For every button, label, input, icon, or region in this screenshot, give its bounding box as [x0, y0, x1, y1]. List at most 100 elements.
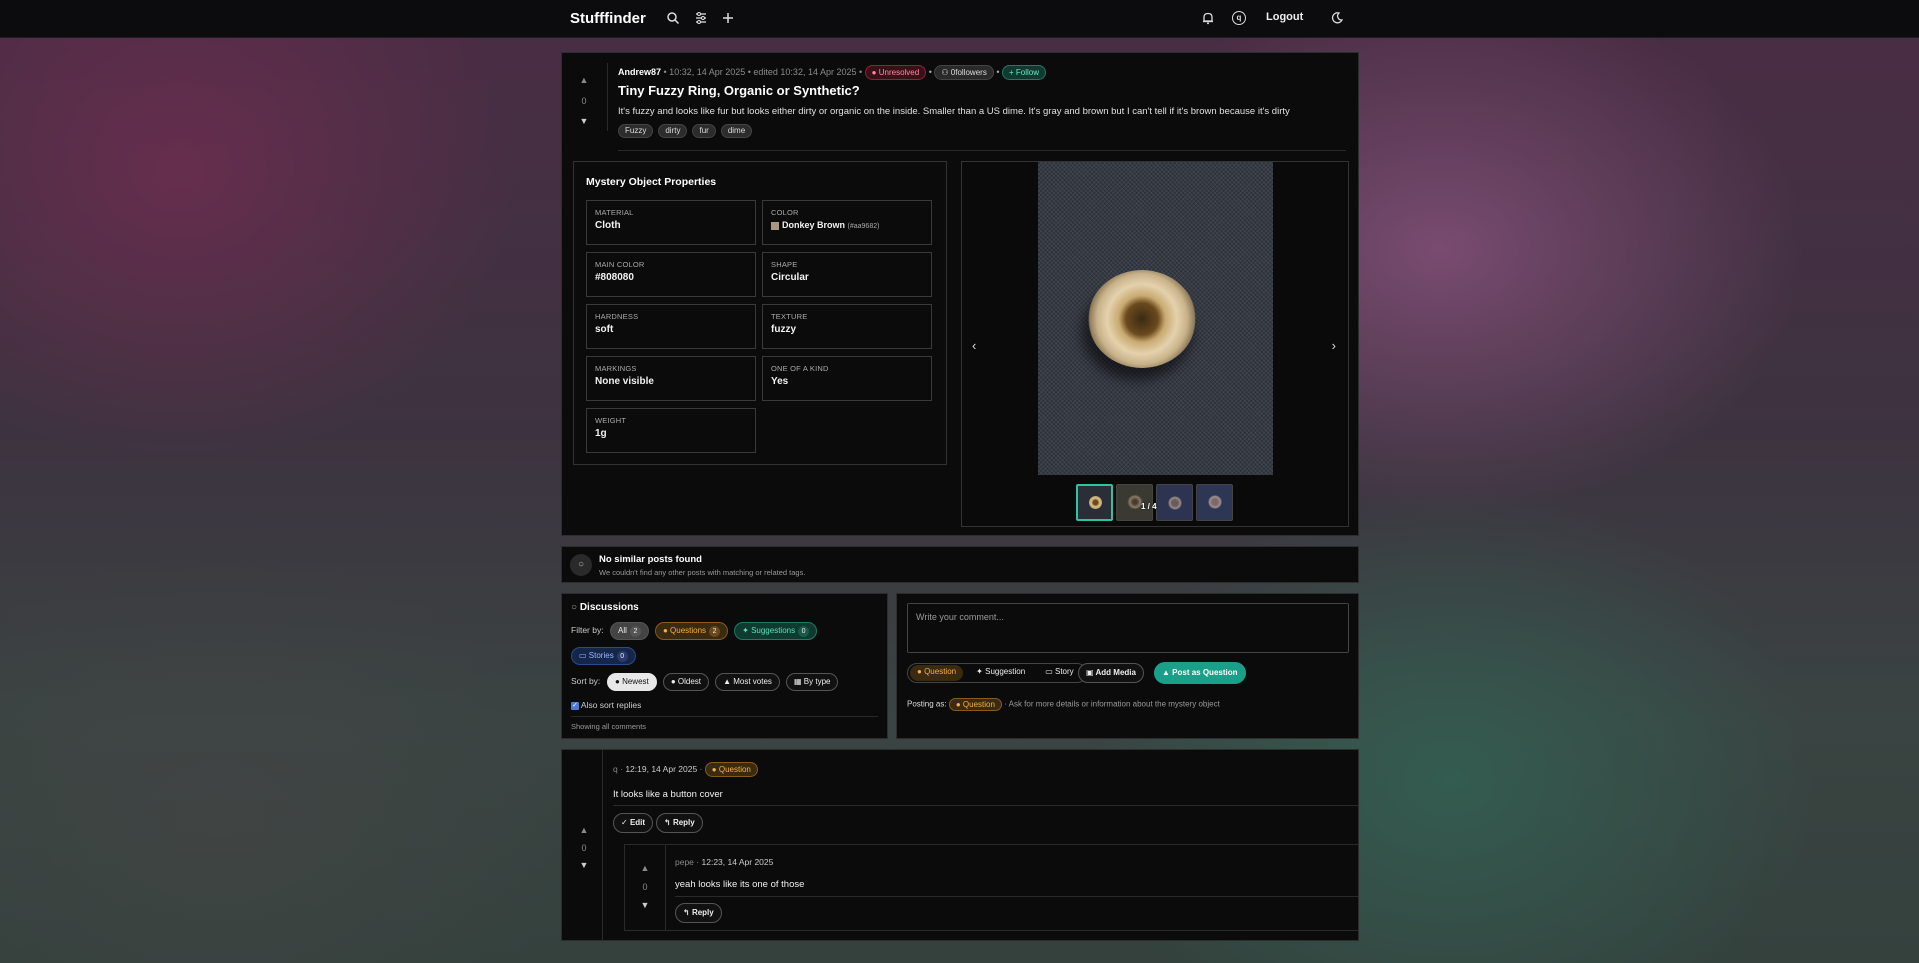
sort-by-type[interactable]: ▦ By type [786, 673, 839, 691]
sort-newest[interactable]: ● Newest [607, 673, 657, 691]
also-sort-replies[interactable]: ✓ Also sort replies [571, 700, 641, 710]
gallery-prev-button[interactable]: ‹ [972, 338, 976, 353]
filter-suggestions[interactable]: ✦ Suggestions 0 [734, 622, 818, 640]
comment-textarea[interactable]: Write your comment... [907, 603, 1349, 653]
comment-meta: q · 12:19, 14 Apr 2025 · ● Question [613, 762, 758, 777]
filter-sliders-icon[interactable] [694, 11, 708, 25]
reply-reply-button[interactable]: ↰ Reply [675, 903, 722, 923]
thumbs-up-icon: ▲ [723, 677, 732, 686]
property-shape: SHAPE Circular [762, 252, 932, 297]
comment-downvote-button[interactable]: ▼ [577, 860, 591, 870]
gallery-thumbnail[interactable] [1076, 484, 1113, 521]
reply-upvote-button[interactable]: ▲ [638, 863, 652, 873]
sort-most-votes[interactable]: ▲ Most votes [715, 673, 780, 691]
clock-icon: ● [670, 677, 676, 686]
main-photo[interactable] [1038, 162, 1273, 475]
type-suggestion[interactable]: ✦ Suggestion [969, 665, 1032, 681]
comment-divider [613, 805, 1358, 806]
properties-title: Mystery Object Properties [586, 176, 717, 188]
property-one-of-a-kind: ONE OF A KIND Yes [762, 356, 932, 401]
post-meta: Andrew87 • 10:32, 14 Apr 2025 • edited 1… [618, 65, 1348, 81]
type-story[interactable]: ▭ Story [1038, 665, 1080, 681]
color-hex: (#aa9682) [847, 223, 880, 230]
post-author[interactable]: Andrew87 [618, 67, 661, 77]
discussions-divider [571, 716, 878, 717]
tag-chip[interactable]: dime [720, 124, 753, 138]
comments-panel: ▲ 0 ▼ q · 12:19, 14 Apr 2025 · ● Questio… [561, 749, 1359, 941]
brand-logo[interactable]: Stufffinder [570, 10, 646, 27]
post-timestamp: • 10:32, 14 Apr 2025 • edited 10:32, 14 … [663, 66, 863, 77]
add-media-button[interactable]: ▣ Add Media [1078, 663, 1144, 683]
similar-title: No similar posts found [599, 554, 702, 565]
comment-vote-count: 0 [581, 843, 587, 853]
reply-button[interactable]: ↰ Reply [656, 813, 703, 833]
user-plus-icon: + [1009, 68, 1014, 77]
filter-questions[interactable]: ● Questions 2 [654, 622, 729, 640]
search-icon[interactable] [666, 11, 680, 25]
plus-icon[interactable] [721, 11, 735, 25]
tag-chip[interactable]: dirty [658, 124, 688, 138]
reply-vote-count: 0 [642, 882, 648, 892]
reply-left-line [665, 845, 666, 930]
logout-link[interactable]: Logout [1266, 11, 1303, 23]
post-vote-count: 0 [581, 96, 587, 106]
edit-button[interactable]: ✓ Edit [613, 813, 654, 833]
top-navbar: Stufffinder q Logout [0, 0, 1919, 38]
user-avatar[interactable]: q [1232, 11, 1246, 25]
comment-upvote-button[interactable]: ▲ [577, 825, 591, 835]
downvote-button[interactable]: ▼ [577, 116, 591, 126]
comment-type-group: ● Question ✦ Suggestion ▭ Story [907, 663, 1087, 683]
lightbulb-icon: ✦ [742, 626, 749, 635]
checkbox[interactable]: ✓ [571, 701, 579, 710]
sort-group: ● Newest ● Oldest ▲ Most votes ▦ By type [607, 673, 841, 691]
gallery-thumbnail[interactable] [1196, 484, 1233, 521]
gallery-thumbnail[interactable] [1156, 484, 1193, 521]
gallery-next-button[interactable]: › [1332, 338, 1336, 353]
properties-panel: Mystery Object Properties MATERIAL Cloth … [573, 161, 947, 465]
filter-all[interactable]: All 2 [610, 622, 649, 640]
filter-row-2: ▭ Stories 0 [571, 647, 639, 665]
tag-chip[interactable]: Fuzzy [618, 124, 654, 138]
reply-icon: ↰ [683, 908, 690, 917]
filter-stories[interactable]: ▭ Stories 0 [571, 647, 636, 665]
reply-author[interactable]: pepe [675, 857, 694, 867]
comment-time: 12:19, 14 Apr 2025 [625, 763, 698, 774]
fuzzy-ring-object [1088, 270, 1196, 368]
sort-oldest[interactable]: ● Oldest [662, 673, 710, 691]
clock-icon: ● [615, 677, 620, 686]
post-card: ▲ 0 ▼ Andrew87 • 10:32, 14 Apr 2025 • ed… [561, 52, 1359, 536]
comment-type-badge: ● Question [704, 762, 758, 777]
bell-icon[interactable] [1201, 11, 1215, 25]
reply-divider [675, 896, 1359, 897]
filter-group: All 2 ● Questions 2 ✦ Suggestions 0 [610, 622, 820, 640]
post-as-question-button[interactable]: ▲ Post as Question [1154, 662, 1246, 684]
chat-bubble-icon: ○ [571, 602, 578, 613]
type-question[interactable]: ● Question [910, 665, 964, 681]
send-icon: ▲ [1162, 668, 1170, 677]
comment-author[interactable]: q [613, 764, 618, 774]
moon-icon[interactable] [1330, 11, 1344, 25]
book-icon: ▭ [579, 651, 587, 660]
alert-icon: ● [871, 68, 877, 77]
property-hardness: HARDNESS soft [586, 304, 756, 349]
property-texture: TEXTURE fuzzy [762, 304, 932, 349]
filter-label: Filter by: [571, 625, 604, 635]
pencil-icon: ✓ [621, 818, 628, 827]
status-badge[interactable]: ● Unresolved [864, 65, 927, 80]
property-main-color: MAIN COLOR #808080 [586, 252, 756, 297]
post-body: It's fuzzy and looks like fur but looks … [618, 106, 1290, 117]
similar-posts-panel: ○ No similar posts found We couldn't fin… [561, 546, 1359, 583]
property-markings: MARKINGS None visible [586, 356, 756, 401]
book-icon: ▭ [1045, 667, 1053, 676]
reply-meta: pepe · 12:23, 14 Apr 2025 [675, 857, 774, 867]
sort-label: Sort by: [571, 676, 601, 686]
reply-downvote-button[interactable]: ▼ [638, 900, 652, 910]
meta-separator: • [996, 66, 1000, 77]
color-swatch [771, 221, 779, 230]
upvote-button[interactable]: ▲ [577, 75, 591, 85]
post-title: Tiny Fuzzy Ring, Organic or Synthetic? [618, 83, 860, 98]
question-icon: ● [955, 700, 961, 709]
follow-button[interactable]: + Follow [1002, 65, 1047, 80]
tag-chip[interactable]: fur [692, 124, 716, 138]
comment-text: It looks like a button cover [613, 789, 723, 800]
